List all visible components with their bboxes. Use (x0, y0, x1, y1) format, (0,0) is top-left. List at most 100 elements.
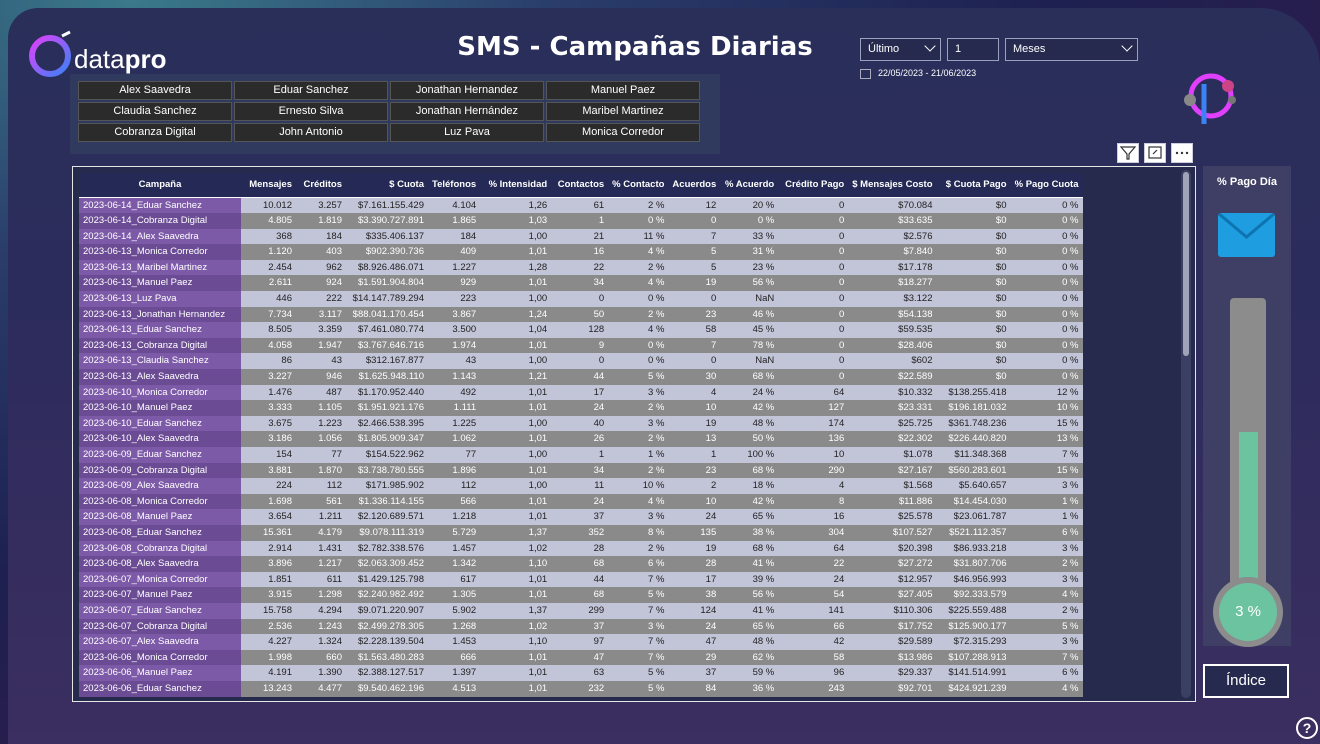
table-cell: $9.071.220.907 (346, 602, 428, 619)
table-row[interactable]: 2023-06-13_Maribel Martinez 2.454 962 $8.92… (79, 259, 1083, 276)
table-row[interactable]: 2023-06-09_Eduar Sanchez 154 77 $154.522.96… (79, 447, 1083, 463)
table-cell: $1.591.904.804 (346, 275, 428, 292)
table-row[interactable]: 2023-06-13_Cobranza Digital 4.058 1.947 $3.… (79, 337, 1083, 354)
agent-chip[interactable]: Eduar Sanchez (234, 81, 388, 100)
table-row[interactable]: 2023-06-10_Alex Saavedra 3.186 1.056 $1.805… (79, 431, 1083, 447)
help-icon[interactable]: ? (1296, 717, 1318, 739)
table-row[interactable]: 2023-06-08_Eduar Sanchez 15.361 4.179 $9.07… (79, 524, 1083, 541)
table-row[interactable]: 2023-06-06_Manuel Paez 4.191 1.390 $2.388.1… (79, 665, 1083, 681)
table-cell: 65 % (720, 618, 779, 635)
table-cell: 0 (778, 353, 849, 370)
campaign-cell: 2023-06-09_Alex Saavedra (79, 478, 241, 494)
agent-chip[interactable]: Jonathan Hernández (390, 102, 544, 121)
table-cell: 10 % (608, 478, 669, 494)
table-cell: 3.117 (296, 306, 346, 323)
table-cell: 224 (241, 478, 296, 494)
period-unit-dropdown[interactable]: Meses (1005, 38, 1138, 61)
table-row[interactable]: 2023-06-13_Manuel Paez 2.611 924 $1.591.904… (79, 275, 1083, 292)
table-cell: 0 % (1010, 228, 1083, 245)
table-row[interactable]: 2023-06-10_Manuel Paez 3.333 1.105 $1.951.9… (79, 400, 1083, 416)
table-row[interactable]: 2023-06-07_Cobranza Digital 2.536 1.243 $2.… (79, 618, 1083, 635)
table-row[interactable]: 2023-06-13_Claudia Sanchez 86 43 $312.167.8… (79, 353, 1083, 370)
table-row[interactable]: 2023-06-07_Manuel Paez 3.915 1.298 $2.240.9… (79, 587, 1083, 603)
column-header[interactable]: Campaña (79, 173, 241, 198)
table-row[interactable]: 2023-06-14_Alex Saavedra 368 184 $335.406.1… (79, 228, 1083, 245)
table-cell: 7 % (608, 602, 669, 619)
column-header[interactable]: Crédito Pago (778, 173, 849, 198)
column-header[interactable]: Contactos (551, 173, 609, 198)
table-row[interactable]: 2023-06-07_Eduar Sanchez 15.758 4.294 $9.07… (79, 602, 1083, 619)
agent-chip[interactable]: Ernesto Silva (234, 102, 388, 121)
focus-mode-icon[interactable] (1144, 143, 1166, 163)
agent-chip[interactable]: Manuel Paez (546, 81, 700, 100)
table-row[interactable]: 2023-06-06_Monica Corredor 1.998 660 $1.563… (79, 649, 1083, 666)
page-title: SMS - Campañas Diarias (457, 32, 813, 62)
filter-icon[interactable] (1117, 143, 1139, 163)
table-row[interactable]: 2023-06-10_Eduar Sanchez 3.675 1.223 $2.466… (79, 415, 1083, 432)
agent-chip[interactable]: John Antonio (234, 123, 388, 142)
campaign-cell: 2023-06-13_Cobranza Digital (79, 337, 241, 354)
table-row[interactable]: 2023-06-13_Alex Saavedra 3.227 946 $1.625.9… (79, 369, 1083, 385)
table-row[interactable]: 2023-06-13_Eduar Sanchez 8.505 3.359 $7.461… (79, 322, 1083, 338)
table-cell: 1.998 (241, 649, 296, 666)
agent-chip[interactable]: Jonathan Hernandez (390, 81, 544, 100)
more-options-icon[interactable] (1171, 143, 1193, 163)
table-cell: 7 (668, 228, 721, 245)
table-cell: 77 (428, 447, 481, 463)
column-header[interactable]: % Acuerdo (720, 173, 779, 198)
column-header[interactable]: Acuerdos (668, 173, 721, 198)
table-cell: 1 % (1010, 509, 1083, 525)
table-row[interactable]: 2023-06-09_Alex Saavedra 224 112 $171.985.9… (79, 478, 1083, 494)
table-row[interactable]: 2023-06-13_Monica Corredor 1.120 403 $902.3… (79, 244, 1083, 260)
table-row[interactable]: 2023-06-10_Monica Corredor 1.476 487 $1.170… (79, 384, 1083, 401)
column-header[interactable]: % Pago Cuota (1010, 173, 1083, 198)
table-row[interactable]: 2023-06-09_Cobranza Digital 3.881 1.870 $3.… (79, 462, 1083, 479)
agent-chip[interactable]: Cobranza Digital (78, 123, 232, 142)
column-header[interactable]: Mensajes (241, 173, 296, 198)
table-cell: 492 (428, 384, 481, 401)
column-header[interactable]: $ Cuota (346, 173, 428, 198)
column-header[interactable]: Créditos (296, 173, 346, 198)
table-row[interactable]: 2023-06-08_Cobranza Digital 2.914 1.431 $2.… (79, 540, 1083, 557)
table-cell: 41 % (720, 556, 779, 572)
table-cell: 0 (778, 197, 849, 214)
table-cell: 34 (551, 462, 609, 479)
period-mode-dropdown[interactable]: Último (860, 38, 941, 61)
table-cell: 28 (551, 540, 609, 557)
table-row[interactable]: 2023-06-07_Monica Corredor 1.851 611 $1.429… (79, 571, 1083, 588)
table-cell: 68 (551, 556, 609, 572)
table-cell: 4 % (608, 322, 669, 338)
column-header[interactable]: % Intensidad (480, 173, 552, 198)
table-cell: 15.361 (241, 524, 296, 541)
table-row[interactable]: 2023-06-07_Alex Saavedra 4.227 1.324 $2.228… (79, 634, 1083, 650)
table-cell: 1,01 (480, 384, 552, 401)
scrollbar-thumb[interactable] (1183, 172, 1189, 356)
agent-chip[interactable]: Monica Corredor (546, 123, 700, 142)
table-cell: 0 % (1010, 306, 1083, 323)
gauge-value: 3 % (1219, 583, 1277, 641)
table-cell: 7 % (608, 634, 669, 650)
agent-chip[interactable]: Luz Pava (390, 123, 544, 142)
table-cell: 78 % (720, 337, 779, 354)
table-row[interactable]: 2023-06-08_Monica Corredor 1.698 561 $1.336… (79, 493, 1083, 510)
column-header[interactable]: $ Mensajes Costo (848, 173, 937, 198)
table-row[interactable]: 2023-06-14_Cobranza Digital 4.805 1.819 $3.… (79, 213, 1083, 229)
table-row[interactable]: 2023-06-13_Jonathan Hernandez 7.734 3.117 $… (79, 306, 1083, 323)
table-cell: 1,01 (480, 275, 552, 292)
table-cell: 5 (668, 244, 721, 260)
table-row[interactable]: 2023-06-13_Luz Pava 446 222 $14.147.789.294… (79, 291, 1083, 307)
period-count-input[interactable]: 1 (947, 38, 999, 61)
agent-chip[interactable]: Claudia Sanchez (78, 102, 232, 121)
column-header[interactable]: $ Cuota Pago (936, 173, 1011, 198)
table-cell: 0 % (1010, 353, 1083, 370)
table-row[interactable]: 2023-06-14_Eduar Sanchez 10.012 3.257 $7.16… (79, 197, 1083, 214)
indice-button[interactable]: Índice (1203, 664, 1289, 698)
table-cell: 7 % (608, 649, 669, 666)
table-row[interactable]: 2023-06-06_Eduar Sanchez 13.243 4.477 $9.54… (79, 680, 1083, 697)
column-header[interactable]: Teléfonos (428, 173, 481, 198)
agent-chip[interactable]: Alex Saavedra (78, 81, 232, 100)
agent-chip[interactable]: Maribel Martinez (546, 102, 700, 121)
table-row[interactable]: 2023-06-08_Manuel Paez 3.654 1.211 $2.120.6… (79, 509, 1083, 525)
column-header[interactable]: % Contacto (608, 173, 669, 198)
table-row[interactable]: 2023-06-08_Alex Saavedra 3.896 1.217 $2.063… (79, 556, 1083, 572)
